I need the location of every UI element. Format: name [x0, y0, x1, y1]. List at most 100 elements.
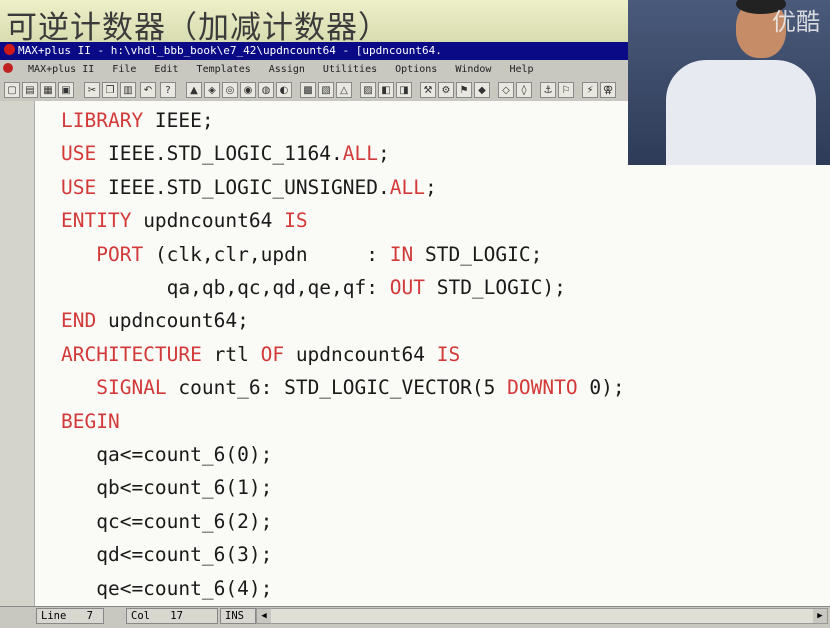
- window-titlebar[interactable]: MAX+plus II - h:\vhdl_bbb_book\e7_42\upd…: [0, 42, 628, 60]
- menu-assign[interactable]: Assign: [263, 60, 311, 79]
- scroll-left-icon[interactable]: ◀: [257, 609, 271, 623]
- code-text: qd<=count_6(3);: [61, 543, 273, 567]
- status-line: Line 7: [36, 608, 104, 624]
- simulate-icon[interactable]: ◈: [204, 82, 220, 98]
- code-line[interactable]: LIBRARY IEEE;: [61, 109, 214, 132]
- tool-e-icon[interactable]: ⚑: [456, 82, 472, 98]
- project-save-icon[interactable]: ▧: [318, 82, 334, 98]
- slide-title: 可逆计数器（加减计数器）: [6, 10, 390, 46]
- tool-f-icon[interactable]: ◆: [474, 82, 490, 98]
- tool-c-icon[interactable]: ⚒: [420, 82, 436, 98]
- code-text: ;: [378, 142, 390, 166]
- tool-k-icon[interactable]: ⚡: [582, 82, 598, 98]
- code-keyword: PORT: [96, 242, 144, 266]
- cut-icon[interactable]: ✂: [84, 82, 100, 98]
- new-file-icon[interactable]: ▢: [4, 82, 20, 98]
- tool-i-icon[interactable]: ⚓: [540, 82, 556, 98]
- code-text: count_6: STD_LOGIC_VECTOR(5: [166, 376, 508, 400]
- project-compile-icon[interactable]: △: [336, 82, 352, 98]
- menu-edit[interactable]: Edit: [148, 60, 184, 79]
- line-label: Line: [41, 610, 67, 622]
- code-line[interactable]: qd<=count_6(3);: [61, 543, 272, 566]
- slide-title-bar: 可逆计数器（加减计数器）: [0, 0, 628, 46]
- col-value: 17: [170, 610, 183, 622]
- code-line[interactable]: PORT (clk,clr,updn : IN STD_LOGIC;: [61, 243, 542, 266]
- save-icon[interactable]: ▦: [40, 82, 56, 98]
- print-icon[interactable]: ▣: [58, 82, 74, 98]
- code-line[interactable]: qa<=count_6(0);: [61, 443, 272, 466]
- code-text: IEEE.STD_LOGIC_1164.: [96, 142, 343, 166]
- code-keyword: ENTITY: [61, 209, 132, 233]
- programmer-icon[interactable]: ◐: [276, 82, 292, 98]
- tool-a-icon[interactable]: ◧: [378, 82, 394, 98]
- menu-help[interactable]: Help: [503, 60, 539, 79]
- save-check-icon[interactable]: ▩: [300, 82, 316, 98]
- undo-icon[interactable]: ↶: [140, 82, 156, 98]
- code-text: STD_LOGIC);: [424, 276, 566, 299]
- line-value: 7: [86, 610, 93, 622]
- code-text: qc<=count_6(2);: [61, 509, 273, 533]
- code-line[interactable]: qe<=count_6(4);: [61, 577, 272, 600]
- code-keyword: ARCHITECTURE: [61, 342, 202, 366]
- code-keyword: SIGNAL: [96, 376, 167, 400]
- horizontal-scrollbar[interactable]: ◀ ▶: [256, 608, 828, 624]
- code-text: 0);: [577, 376, 625, 400]
- tool-l-icon[interactable]: ⚢: [600, 82, 616, 98]
- tool-g-icon[interactable]: ◇: [498, 82, 514, 98]
- code-text: IEEE.STD_LOGIC_UNSIGNED.: [96, 175, 390, 199]
- app-icon[interactable]: [4, 44, 15, 55]
- code-line[interactable]: qb<=count_6(1);: [61, 476, 272, 499]
- project-simulate-icon[interactable]: ▨: [360, 82, 376, 98]
- tool-j-icon[interactable]: ⚐: [558, 82, 574, 98]
- copy-icon[interactable]: ❐: [102, 82, 118, 98]
- scroll-right-icon[interactable]: ▶: [813, 609, 827, 623]
- menu-bar: MAX+plus II File Edit Templates Assign U…: [0, 60, 628, 79]
- code-line[interactable]: SIGNAL count_6: STD_LOGIC_VECTOR(5 DOWNT…: [61, 376, 625, 400]
- code-editor[interactable]: LIBRARY IEEE; USE IEEE.STD_LOGIC_1164.ALL…: [34, 101, 830, 606]
- code-line[interactable]: qa,qb,qc,qd,qe,qf: OUT STD_LOGIC);: [61, 276, 566, 299]
- tool-h-icon[interactable]: ◊: [516, 82, 532, 98]
- video-watermark: 优酷: [772, 8, 820, 36]
- status-col: Col 17: [126, 608, 218, 624]
- code-keyword: IN: [389, 242, 414, 266]
- open-icon[interactable]: ▤: [22, 82, 38, 98]
- code-text: updncount64: [131, 209, 285, 233]
- menu-templates[interactable]: Templates: [191, 60, 257, 79]
- code-keyword: IS: [436, 342, 461, 366]
- code-keyword: ALL: [342, 142, 379, 166]
- floorplan-icon[interactable]: ◍: [258, 82, 274, 98]
- menu-utilities[interactable]: Utilities: [317, 60, 383, 79]
- code-line[interactable]: BEGIN: [61, 410, 120, 433]
- code-line[interactable]: USE IEEE.STD_LOGIC_1164.ALL;: [61, 142, 390, 165]
- system-menu-icon[interactable]: [3, 63, 13, 73]
- code-text: qa,qb,qc,qd,qe,qf:: [61, 276, 390, 299]
- code-line[interactable]: ENTITY updncount64 IS: [61, 209, 308, 232]
- menu-options[interactable]: Options: [389, 60, 443, 79]
- status-mode: INS: [220, 608, 256, 624]
- status-bar: Line 7 Col 17 INS ◀ ▶: [0, 606, 830, 628]
- code-line[interactable]: ARCHITECTURE rtl OF updncount64 IS: [61, 343, 460, 366]
- paste-icon[interactable]: ▥: [120, 82, 136, 98]
- tool-d-icon[interactable]: ⚙: [438, 82, 454, 98]
- code-keyword: DOWNTO: [507, 376, 578, 400]
- menu-file[interactable]: File: [106, 60, 142, 79]
- hierarchy-icon[interactable]: ◉: [240, 82, 256, 98]
- code-keyword: OF: [260, 342, 285, 366]
- menu-window[interactable]: Window: [449, 60, 497, 79]
- code-text: (clk,clr,updn :: [143, 242, 390, 266]
- compile-icon[interactable]: ▲: [186, 82, 202, 98]
- code-keyword: USE: [61, 175, 97, 199]
- tool-b-icon[interactable]: ◨: [396, 82, 412, 98]
- toolbar: ▢ ▤ ▦ ▣ ✂ ❐ ▥ ↶ ? ▲ ◈ ◎ ◉ ◍ ◐ ▩ ▧ △ ▨ ◧ …: [0, 79, 628, 102]
- timing-icon[interactable]: ◎: [222, 82, 238, 98]
- code-line[interactable]: USE IEEE.STD_LOGIC_UNSIGNED.ALL;: [61, 176, 437, 199]
- code-keyword: BEGIN: [61, 409, 120, 433]
- code-text: IEEE;: [143, 109, 214, 132]
- help-icon[interactable]: ?: [160, 82, 176, 98]
- code-line[interactable]: END updncount64;: [61, 309, 249, 332]
- code-line[interactable]: qc<=count_6(2);: [61, 510, 272, 533]
- code-keyword: ALL: [389, 175, 425, 199]
- menu-maxplus[interactable]: MAX+plus II: [22, 60, 100, 79]
- code-keyword: END: [61, 309, 97, 333]
